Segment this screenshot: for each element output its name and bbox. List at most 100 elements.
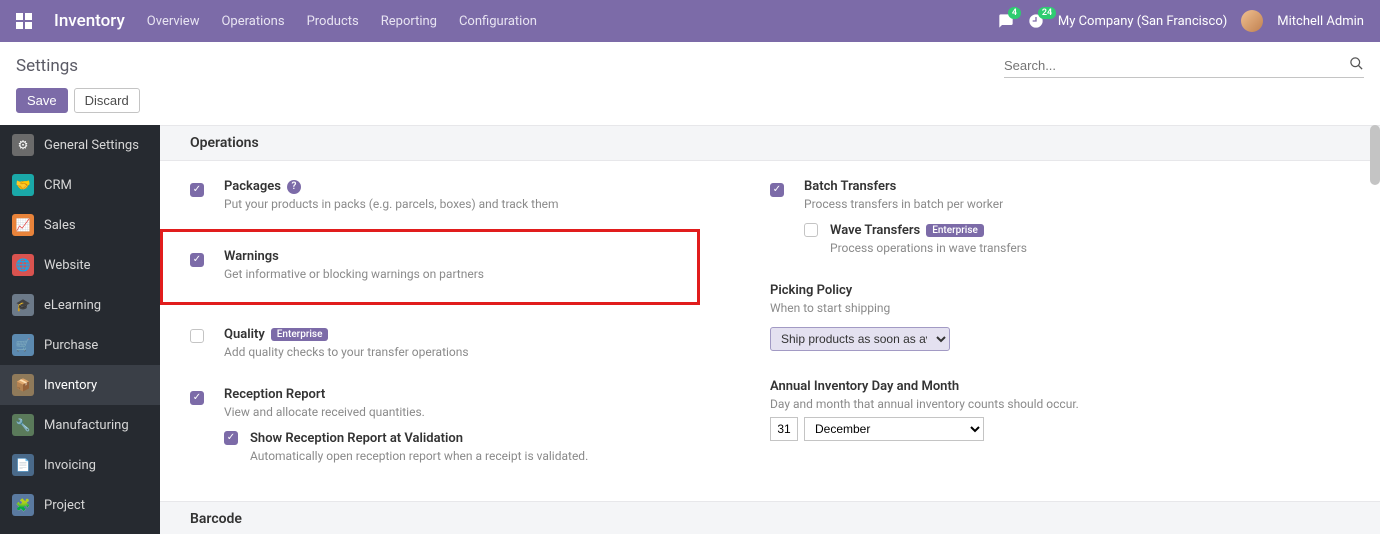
user-name[interactable]: Mitchell Admin xyxy=(1277,14,1364,29)
file-icon: 📄 xyxy=(12,454,34,476)
setting-quality: QualityEnterprise Add quality checks to … xyxy=(190,327,770,359)
packages-title: Packages xyxy=(224,179,281,194)
section-operations: Operations xyxy=(160,125,1380,161)
sidebar-item-invoicing[interactable]: 📄 Invoicing xyxy=(0,445,160,485)
handshake-icon: 🤝 xyxy=(12,174,34,196)
sidebar-item-label: Sales xyxy=(44,218,76,233)
setting-picking: Picking Policy When to start shipping Sh… xyxy=(770,283,1350,351)
sidebar: ⚙ General Settings 🤝 CRM 📈 Sales 🌐 Website 🎓… xyxy=(0,125,160,534)
header-row: Settings xyxy=(0,42,1380,82)
quality-checkbox[interactable] xyxy=(190,329,204,343)
sidebar-item-timesheets[interactable]: ⏱Timesheets xyxy=(0,525,160,534)
packages-desc: Put your products in packs (e.g. parcels… xyxy=(224,197,770,211)
sidebar-item-inventory[interactable]: 📦 Inventory xyxy=(0,365,160,405)
quality-desc: Add quality checks to your transfer oper… xyxy=(224,345,770,359)
sidebar-item-label: Manufacturing xyxy=(44,418,129,433)
nav-link-products[interactable]: Products xyxy=(307,14,359,29)
cart-icon: 🛒 xyxy=(12,334,34,356)
nav-link-reporting[interactable]: Reporting xyxy=(381,14,437,29)
sidebar-item-label: Purchase xyxy=(44,338,98,353)
search-icon[interactable] xyxy=(1349,56,1364,75)
reception-sub-checkbox[interactable] xyxy=(224,431,238,445)
sidebar-item-manufacturing[interactable]: 🔧 Manufacturing xyxy=(0,405,160,445)
nav-left: Inventory Overview Operations Products R… xyxy=(16,11,537,31)
nav-right: 4 24 My Company (San Francisco) Mitchell… xyxy=(998,10,1364,32)
batch-title: Batch Transfers xyxy=(804,179,896,194)
setting-annual: Annual Inventory Day and Month Day and m… xyxy=(770,379,1350,441)
section-barcode: Barcode xyxy=(160,501,1380,534)
search-wrap xyxy=(1004,54,1364,78)
reception-title: Reception Report xyxy=(224,387,325,402)
nav-links: Overview Operations Products Reporting C… xyxy=(147,14,537,29)
batch-checkbox[interactable] xyxy=(770,183,784,197)
enterprise-badge: Enterprise xyxy=(926,224,984,237)
top-nav: Inventory Overview Operations Products R… xyxy=(0,0,1380,42)
save-button[interactable]: Save xyxy=(16,88,68,113)
annual-title: Annual Inventory Day and Month xyxy=(770,379,959,394)
setting-warnings: Warnings Get informative or blocking war… xyxy=(190,239,770,299)
app-title[interactable]: Inventory xyxy=(54,11,125,31)
sidebar-item-elearning[interactable]: 🎓 eLearning xyxy=(0,285,160,325)
quality-title: Quality xyxy=(224,327,265,342)
company-name[interactable]: My Company (San Francisco) xyxy=(1058,14,1227,29)
chat-icon[interactable]: 4 xyxy=(998,13,1014,29)
packages-checkbox[interactable] xyxy=(190,183,204,197)
main-area: ⚙ General Settings 🤝 CRM 📈 Sales 🌐 Website 🎓… xyxy=(0,125,1380,534)
warnings-desc: Get informative or blocking warnings on … xyxy=(224,267,770,281)
discard-button[interactable]: Discard xyxy=(74,88,140,113)
gear-icon: ⚙ xyxy=(12,134,34,156)
chart-icon: 📈 xyxy=(12,214,34,236)
sidebar-item-project[interactable]: 🧩Project xyxy=(0,485,160,525)
picking-title: Picking Policy xyxy=(770,283,852,298)
settings-grid: Packages? Put your products in packs (e.… xyxy=(160,161,1380,491)
sidebar-item-website[interactable]: 🌐 Website xyxy=(0,245,160,285)
annual-month-select[interactable]: December xyxy=(804,417,984,441)
reception-sub-desc: Automatically open reception report when… xyxy=(250,449,588,463)
settings-col-left: Packages? Put your products in packs (e.… xyxy=(190,179,770,491)
book-icon: 🎓 xyxy=(12,294,34,316)
wrench-icon: 🔧 xyxy=(12,414,34,436)
reception-sub-title: Show Reception Report at Validation xyxy=(250,431,463,446)
button-row: Save Discard xyxy=(0,82,1380,125)
picking-desc: When to start shipping xyxy=(770,301,1350,315)
sidebar-item-label: Inventory xyxy=(44,378,97,393)
help-icon[interactable]: ? xyxy=(287,180,301,194)
annual-day-input[interactable] xyxy=(770,417,798,441)
chat-badge: 4 xyxy=(1008,7,1021,19)
annual-desc: Day and month that annual inventory coun… xyxy=(770,397,1350,411)
sidebar-item-label: CRM xyxy=(44,178,72,193)
wave-checkbox[interactable] xyxy=(804,223,818,237)
sidebar-item-sales[interactable]: 📈 Sales xyxy=(0,205,160,245)
picking-select[interactable]: Ship products as soon as avail xyxy=(770,327,950,351)
wave-title: Wave Transfers xyxy=(830,223,920,238)
warnings-title: Warnings xyxy=(224,249,279,264)
setting-reception: Reception Report View and allocate recei… xyxy=(190,387,770,463)
batch-desc: Process transfers in batch per worker xyxy=(804,197,1350,211)
sidebar-item-purchase[interactable]: 🛒 Purchase xyxy=(0,325,160,365)
apps-icon[interactable] xyxy=(16,13,32,29)
sidebar-item-crm[interactable]: 🤝 CRM xyxy=(0,165,160,205)
activity-icon[interactable]: 24 xyxy=(1028,13,1044,29)
warnings-checkbox[interactable] xyxy=(190,253,204,267)
nav-link-operations[interactable]: Operations xyxy=(221,14,284,29)
sidebar-item-label: Project xyxy=(44,498,85,513)
search-input[interactable] xyxy=(1004,54,1343,77)
sidebar-item-label: eLearning xyxy=(44,298,101,313)
sidebar-item-label: Website xyxy=(44,258,91,273)
reception-desc: View and allocate received quantities. xyxy=(224,405,770,419)
nav-link-overview[interactable]: Overview xyxy=(147,14,200,29)
scrollbar[interactable] xyxy=(1370,125,1380,185)
box-icon: 📦 xyxy=(12,374,34,396)
nav-link-configuration[interactable]: Configuration xyxy=(459,14,537,29)
sidebar-item-general-settings[interactable]: ⚙ General Settings xyxy=(0,125,160,165)
page-title: Settings xyxy=(16,56,78,76)
globe-icon: 🌐 xyxy=(12,254,34,276)
reception-checkbox[interactable] xyxy=(190,391,204,405)
settings-col-right: Batch Transfers Process transfers in bat… xyxy=(770,179,1350,491)
setting-packages: Packages? Put your products in packs (e.… xyxy=(190,179,770,211)
avatar[interactable] xyxy=(1241,10,1263,32)
setting-batch: Batch Transfers Process transfers in bat… xyxy=(770,179,1350,255)
sidebar-item-label: General Settings xyxy=(44,138,139,153)
content: Operations Packages? Put your products i… xyxy=(160,125,1380,534)
sidebar-item-label: Invoicing xyxy=(44,458,96,473)
